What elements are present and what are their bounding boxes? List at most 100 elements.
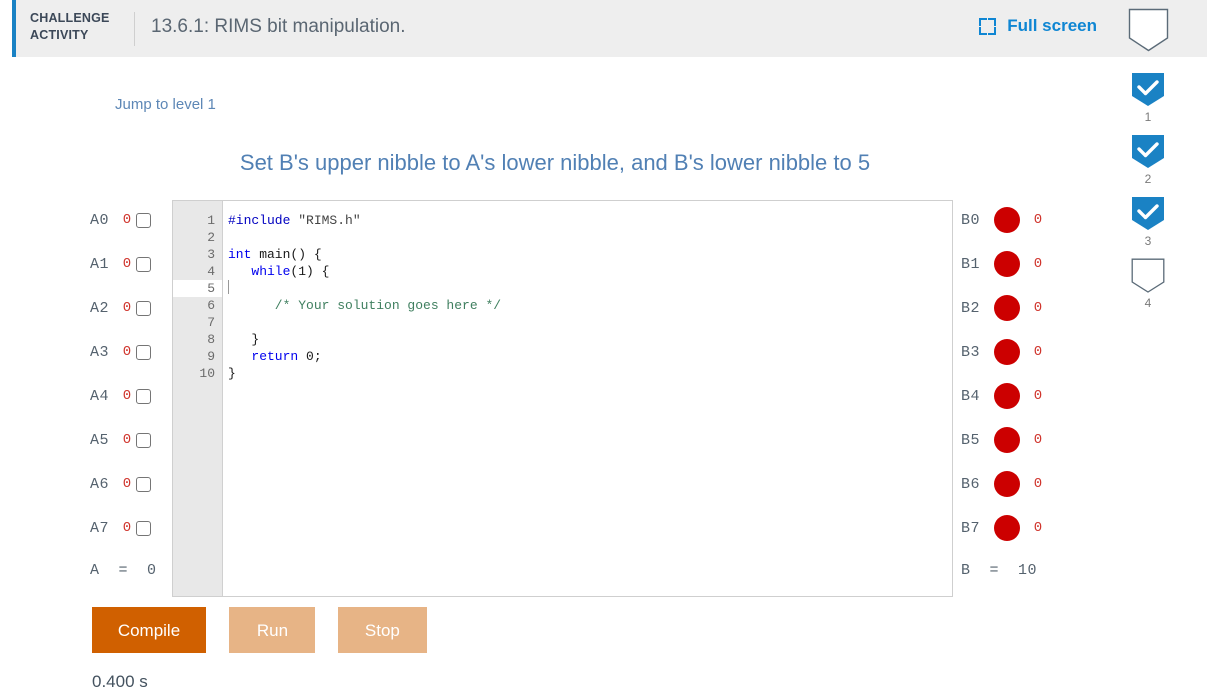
code-line-6: /* Your solution goes here */ [228, 297, 952, 314]
progress-step-2[interactable]: 2 [1127, 134, 1169, 186]
register-label: B0 [961, 212, 989, 229]
code-token-text: main() { [251, 247, 321, 262]
code-editor[interactable]: 1 2 3 4 5 6 7 8 9 10 #include "RIMS.h" i… [172, 200, 953, 597]
code-line-4: while(1) { [228, 263, 952, 280]
header-accent-bar [12, 0, 16, 57]
challenge-prompt: Set B's upper nibble to A's lower nibble… [0, 150, 1110, 176]
code-line-7 [228, 314, 952, 331]
register-row-b0: B0 0 [961, 198, 1071, 242]
register-checkbox-a7[interactable] [136, 521, 151, 536]
jump-to-level-link[interactable]: Jump to level 1 [115, 96, 216, 113]
code-line-2 [228, 229, 952, 246]
code-line-5 [228, 280, 952, 297]
code-text-area[interactable]: #include "RIMS.h" int main() { while(1) … [223, 201, 952, 596]
register-value: 0 [1029, 300, 1047, 316]
line-number: 3 [173, 246, 222, 263]
register-label: B2 [961, 300, 989, 317]
fullscreen-button[interactable]: Full screen [979, 16, 1097, 36]
register-label: A0 [90, 212, 118, 229]
run-button[interactable]: Run [229, 607, 315, 653]
register-checkbox-a6[interactable] [136, 477, 151, 492]
line-number: 1 [173, 212, 222, 229]
register-checkbox-a2[interactable] [136, 301, 151, 316]
register-checkbox-a3[interactable] [136, 345, 151, 360]
simulation-timer: 0.400 s [92, 672, 148, 692]
register-value: 0 [1029, 432, 1047, 448]
activity-header: CHALLENGE ACTIVITY 13.6.1: RIMS bit mani… [12, 0, 1207, 57]
register-label: B6 [961, 476, 989, 493]
register-b-summary: B = 10 [961, 550, 1071, 590]
register-value: 0 [118, 388, 136, 404]
compile-button[interactable]: Compile [92, 607, 206, 653]
register-row-b3: B3 0 [961, 330, 1071, 374]
register-label: A2 [90, 300, 118, 317]
code-token-directive: #include [228, 213, 290, 228]
code-token-text: } [228, 332, 259, 347]
code-line-9: return 0; [228, 348, 952, 365]
register-label: A6 [90, 476, 118, 493]
register-row-a0: A0 0 [90, 198, 176, 242]
line-number: 2 [173, 229, 222, 246]
challenge-activity-label-line2: ACTIVITY [30, 27, 130, 44]
challenge-activity-label-line1: CHALLENGE [30, 10, 130, 27]
register-value: 0 [118, 476, 136, 492]
line-number: 8 [173, 331, 222, 348]
register-checkbox-a1[interactable] [136, 257, 151, 272]
register-row-a3: A3 0 [90, 330, 176, 374]
register-value: 0 [118, 432, 136, 448]
led-indicator-b1 [994, 251, 1020, 277]
register-value: 0 [118, 344, 136, 360]
simulator-controls: Compile Run Stop [92, 607, 427, 653]
stop-button[interactable]: Stop [338, 607, 427, 653]
code-token-keyword: int [228, 247, 251, 262]
register-label: A3 [90, 344, 118, 361]
shield-check-icon [1131, 134, 1165, 170]
register-value: 0 [1029, 212, 1047, 228]
register-label: A7 [90, 520, 118, 537]
code-token-text: (1) { [290, 264, 329, 279]
register-value: 0 [1029, 476, 1047, 492]
progress-step-1[interactable]: 1 [1127, 72, 1169, 124]
register-value: 0 [1029, 344, 1047, 360]
code-token-keyword: while [228, 264, 290, 279]
code-line-3: int main() { [228, 246, 952, 263]
register-panel-b: B0 0 B1 0 B2 0 B3 0 B4 0 B5 0 [961, 198, 1071, 590]
code-line-8: } [228, 331, 952, 348]
register-row-b7: B7 0 [961, 506, 1071, 550]
progress-step-number: 1 [1127, 110, 1169, 124]
led-indicator-b7 [994, 515, 1020, 541]
led-indicator-b6 [994, 471, 1020, 497]
page-title: 13.6.1: RIMS bit manipulation. [151, 16, 406, 38]
register-value: 0 [1029, 388, 1047, 404]
register-row-a4: A4 0 [90, 374, 176, 418]
register-row-a5: A5 0 [90, 418, 176, 462]
register-row-a1: A1 0 [90, 242, 176, 286]
fullscreen-label: Full screen [1007, 16, 1097, 36]
register-label: A5 [90, 432, 118, 449]
line-number: 7 [173, 314, 222, 331]
register-value: 0 [118, 256, 136, 272]
register-row-a6: A6 0 [90, 462, 176, 506]
line-number: 4 [173, 263, 222, 280]
line-number: 6 [173, 297, 222, 314]
progress-step-number: 2 [1127, 172, 1169, 186]
challenge-activity-label: CHALLENGE ACTIVITY [30, 10, 130, 44]
register-label: B7 [961, 520, 989, 537]
register-value: 0 [1029, 520, 1047, 536]
expand-icon [979, 18, 996, 35]
line-number: 10 [173, 365, 222, 382]
register-checkbox-a4[interactable] [136, 389, 151, 404]
led-indicator-b4 [994, 383, 1020, 409]
register-label: A4 [90, 388, 118, 405]
register-label: B4 [961, 388, 989, 405]
led-indicator-b5 [994, 427, 1020, 453]
register-value: 0 [118, 212, 136, 228]
register-row-a7: A7 0 [90, 506, 176, 550]
register-row-b6: B6 0 [961, 462, 1071, 506]
led-indicator-b2 [994, 295, 1020, 321]
register-checkbox-a0[interactable] [136, 213, 151, 228]
register-row-a2: A2 0 [90, 286, 176, 330]
code-line-1: #include "RIMS.h" [228, 212, 952, 229]
register-value: 0 [118, 520, 136, 536]
register-checkbox-a5[interactable] [136, 433, 151, 448]
